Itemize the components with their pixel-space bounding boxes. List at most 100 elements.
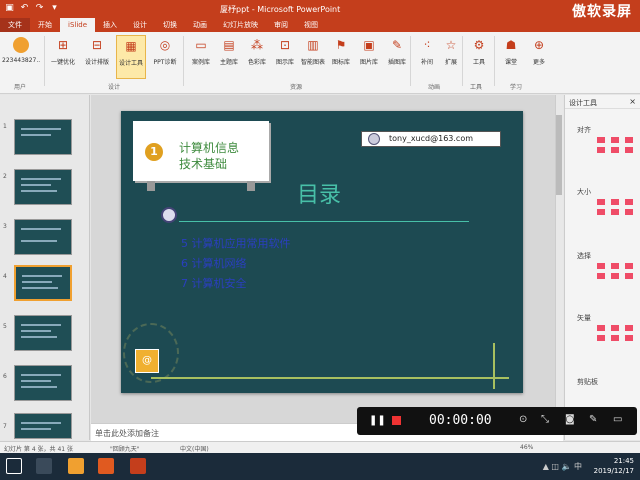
windows-taskbar: ▲ ◫ 🔈 中 21:45 2019/12/17 xyxy=(0,453,640,480)
tab-review[interactable]: 审阅 xyxy=(266,18,296,32)
tab-design[interactable]: 设计 xyxy=(125,18,155,32)
flag-icon: ⚑ xyxy=(335,38,347,52)
tab-insert[interactable]: 插入 xyxy=(95,18,125,32)
star-icon: ☆ xyxy=(445,38,457,52)
chapter-title-line2: 技术基础 xyxy=(179,157,228,171)
screen-recorder-toolbar: ❚❚ 00:00:00 ⊙ ⤡ ◙ ✎ ▭ xyxy=(357,407,637,435)
tools-icon: ▦ xyxy=(125,39,137,53)
slide-thumbnail[interactable] xyxy=(14,413,72,439)
pen-icon[interactable]: ✎ xyxy=(589,414,597,425)
illustration-library-button[interactable]: ✎ 插图库 xyxy=(382,35,412,79)
slide-counter: 幻灯片 第 4 张，共 41 张 xyxy=(4,446,73,453)
theme-library-button[interactable]: ▤ 主题库 xyxy=(214,35,244,79)
minimize-icon[interactable]: ▭ xyxy=(613,414,622,425)
tab-transitions[interactable]: 切换 xyxy=(155,18,185,32)
theme-name: "回顾九天" xyxy=(110,446,140,453)
user-account-button[interactable]: 223443827... xyxy=(2,35,40,79)
system-tray[interactable]: ▲ ◫ 🔈 中 xyxy=(543,461,582,472)
tab-animations[interactable]: 动画 xyxy=(185,18,215,32)
tab-home[interactable]: 开始 xyxy=(30,18,60,32)
toc-item: 6 计算机网络 xyxy=(181,257,247,270)
theme-icon: ▤ xyxy=(223,38,235,52)
group-user: 用户 xyxy=(14,84,27,91)
chapter-title-line1: 计算机信息 xyxy=(179,141,240,155)
image-library-button[interactable]: ▣ 图片库 xyxy=(354,35,384,79)
zoom-level[interactable]: 46% xyxy=(520,444,533,451)
slide-thumbnail[interactable] xyxy=(14,169,72,205)
tab-view[interactable]: 视图 xyxy=(296,18,326,32)
slide-thumbnail[interactable] xyxy=(14,119,72,155)
slide-heading: 目录 xyxy=(297,183,342,208)
slide-thumbnail[interactable] xyxy=(14,219,72,255)
group-learning: 学习 xyxy=(510,84,523,91)
icon-library-button[interactable]: ⚑ 图标库 xyxy=(326,35,356,79)
size-tools[interactable] xyxy=(597,199,635,215)
design-layout-button[interactable]: ⊟ 设计排版 xyxy=(82,35,112,79)
chapter-number: 1 xyxy=(145,143,163,161)
group-tools: 工具 xyxy=(470,84,483,91)
vertical-scrollbar[interactable] xyxy=(555,95,563,415)
classroom-button[interactable]: ☗ 课堂 xyxy=(496,35,526,79)
start-icon[interactable] xyxy=(6,458,22,474)
powerpoint-icon[interactable] xyxy=(130,458,146,474)
ppt-diagnose-button[interactable]: ◎ PPT诊断 xyxy=(150,35,180,79)
select-tools[interactable] xyxy=(597,263,635,279)
toc-item: 5 计算机应用常用软件 xyxy=(181,237,291,250)
color-library-button[interactable]: ⁂ 色彩库 xyxy=(242,35,272,79)
vector-tools[interactable] xyxy=(597,325,635,341)
app-icon[interactable] xyxy=(98,458,114,474)
stop-icon[interactable] xyxy=(392,416,401,425)
tab-file[interactable]: 文件 xyxy=(0,18,30,32)
collapse-icon[interactable]: ⤡ xyxy=(541,414,549,425)
slide-thumbnail[interactable] xyxy=(14,365,72,401)
image-icon: ▣ xyxy=(363,38,375,52)
current-slide[interactable]: 1 计算机信息 技术基础 tony_xucd@163.com 目录 5 计算机应… xyxy=(121,111,523,393)
mail-icon xyxy=(368,133,380,145)
section-align: 对齐 xyxy=(577,126,591,134)
task-view-icon[interactable] xyxy=(36,458,52,474)
decorative-horizontal-line xyxy=(151,377,509,379)
group-resources: 资源 xyxy=(290,84,303,91)
diagnose-icon: ◎ xyxy=(159,38,171,52)
more-button[interactable]: ⊕ 更多 xyxy=(524,35,554,79)
group-animation: 动画 xyxy=(428,84,441,91)
undo-icon[interactable]: ↶ xyxy=(19,3,30,14)
thumb-number: 5 xyxy=(3,323,7,330)
layout-icon: ⊟ xyxy=(91,38,103,52)
window-title: 厦杼ppt - Microsoft PowerPoint xyxy=(220,5,341,14)
illustration-icon: ✎ xyxy=(391,38,403,52)
tab-islide[interactable]: iSlide xyxy=(60,18,96,32)
case-library-button[interactable]: ▭ 案例库 xyxy=(186,35,216,79)
section-clipboard: 剪贴板 xyxy=(577,378,598,386)
design-tools-button[interactable]: ▦ 设计工具 xyxy=(116,35,146,79)
clock[interactable]: 21:45 2019/12/17 xyxy=(594,456,634,476)
one-click-optimize-button[interactable]: ⊞ 一键优化 xyxy=(48,35,78,79)
smart-chart-button[interactable]: ▥ 智能图表 xyxy=(298,35,328,79)
toc-item: 7 计算机安全 xyxy=(181,277,247,290)
more-icon: ⊕ xyxy=(533,38,545,52)
align-tools[interactable] xyxy=(597,137,635,153)
slide-thumbnail[interactable] xyxy=(14,315,72,351)
close-icon[interactable]: × xyxy=(629,97,636,106)
language-indicator[interactable]: 中文(中国) xyxy=(180,444,209,453)
group-design: 设计 xyxy=(108,84,121,91)
slide-thumbnail-selected[interactable] xyxy=(14,265,72,301)
app-icon[interactable] xyxy=(68,458,84,474)
tab-slideshow[interactable]: 幻灯片放映 xyxy=(215,18,266,32)
tools-menu-button[interactable]: ⚙ 工具 xyxy=(464,35,494,79)
email-badge-icon: @ xyxy=(135,349,159,373)
zoom-icon[interactable]: ⊙ xyxy=(519,414,527,425)
email-label: tony_xucd@163.com xyxy=(361,131,501,147)
case-icon: ▭ xyxy=(195,38,207,52)
customize-icon[interactable]: ▾ xyxy=(49,3,60,14)
redo-icon[interactable]: ↷ xyxy=(34,3,45,14)
thumb-number: 3 xyxy=(3,223,7,230)
slide-editor: 1 计算机信息 技术基础 tony_xucd@163.com 目录 5 计算机应… xyxy=(91,95,563,423)
design-tools-pane: 设计工具 × 对齐 大小 选择 矢量 剪贴板 xyxy=(564,95,640,440)
camera-icon[interactable]: ◙ xyxy=(565,414,575,425)
diagram-library-button[interactable]: ⊡ 图示库 xyxy=(270,35,300,79)
save-icon[interactable]: ▣ xyxy=(4,3,15,14)
optimize-icon: ⊞ xyxy=(57,38,69,52)
scroll-thumb[interactable] xyxy=(556,115,562,195)
pause-icon[interactable]: ❚❚ xyxy=(369,415,386,426)
